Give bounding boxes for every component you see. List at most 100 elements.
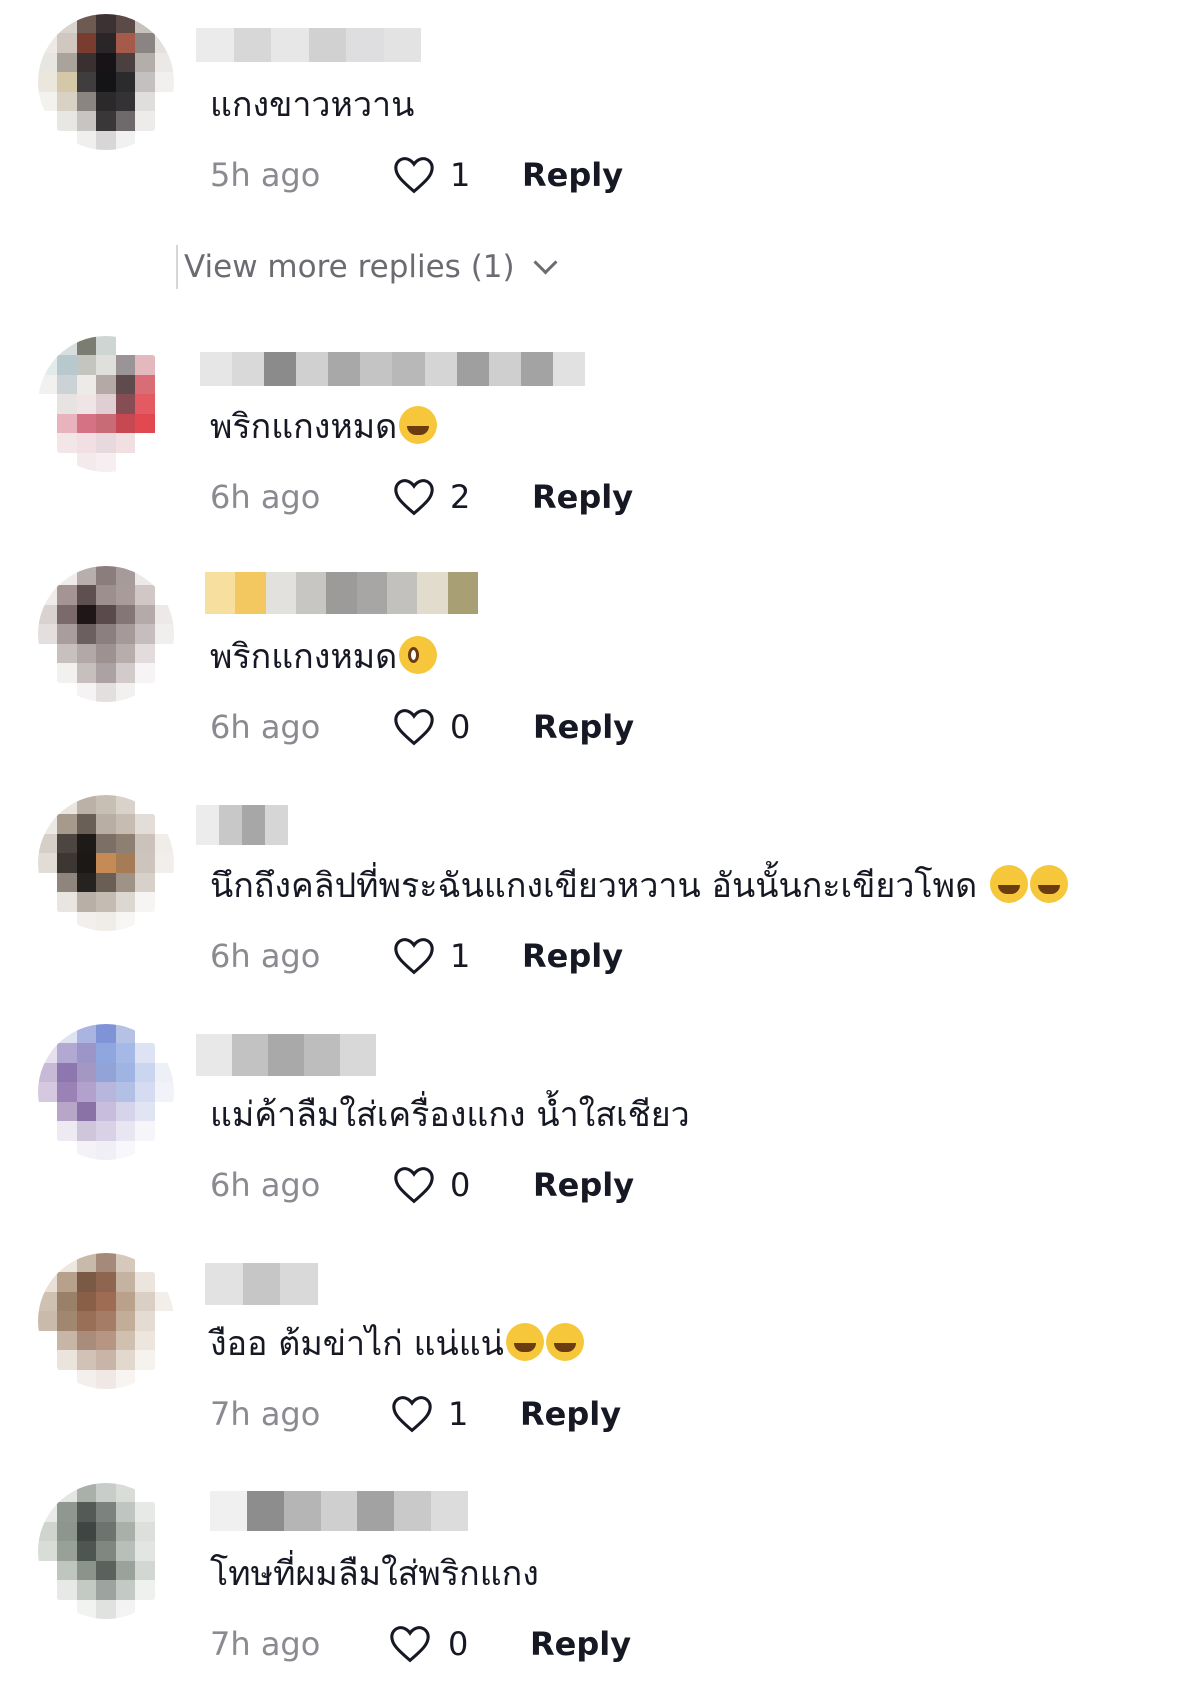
avatar-pixel — [96, 566, 116, 586]
heart-icon[interactable] — [392, 707, 436, 747]
heart-icon[interactable] — [390, 1394, 434, 1434]
avatar-pixel — [38, 336, 58, 356]
reply-button[interactable]: Reply — [520, 1392, 621, 1436]
avatar-pixel — [57, 814, 77, 834]
avatar[interactable] — [38, 1253, 174, 1389]
reply-button[interactable]: Reply — [533, 705, 634, 749]
avatar-pixel — [115, 795, 136, 815]
username-blurred[interactable] — [205, 1263, 318, 1305]
avatar-pixel — [115, 1272, 136, 1292]
comment-text: โทษที่ผมลืมใส่พริกแกง — [210, 1554, 539, 1594]
avatar-pixel — [135, 1599, 155, 1619]
avatar-pixel — [76, 911, 97, 931]
avatar[interactable] — [38, 566, 174, 702]
avatar-pixel — [154, 52, 174, 73]
avatar-pixel — [38, 1140, 58, 1160]
avatar[interactable] — [38, 1024, 174, 1160]
avatar-pixel — [38, 1541, 58, 1561]
avatar-pixel — [57, 1502, 77, 1522]
heart-icon[interactable] — [388, 1624, 432, 1664]
avatar-pixel — [115, 1062, 136, 1083]
avatar-pixel — [154, 1101, 174, 1122]
avatar-pixel — [76, 1121, 97, 1141]
avatar-pixel — [154, 1560, 174, 1581]
username-blurred[interactable] — [200, 352, 585, 386]
avatar-pixel — [38, 91, 58, 112]
comment-time: 7h ago — [210, 1625, 321, 1663]
avatar-pixel — [135, 374, 155, 395]
avatar-pixel — [135, 14, 155, 34]
avatar-pixel — [76, 452, 97, 472]
laughing-emoji — [505, 1323, 544, 1361]
avatar-pixel — [38, 585, 58, 605]
avatar[interactable] — [38, 336, 174, 472]
avatar-pixel — [154, 72, 174, 92]
view-more-replies[interactable]: View more replies (1) — [176, 245, 558, 289]
comment-text: แกงขาวหวาน — [210, 85, 415, 125]
avatar-pixel — [96, 413, 116, 434]
avatar-pixel — [38, 566, 58, 586]
avatar-pixel — [154, 1369, 174, 1389]
laughing-emoji — [989, 865, 1028, 903]
avatar-pixel — [38, 111, 58, 131]
avatar-pixel — [135, 91, 155, 112]
heart-icon[interactable] — [392, 155, 436, 195]
username-blurred[interactable] — [205, 572, 478, 614]
avatar-pixel — [96, 604, 116, 625]
avatar-pixel — [76, 1350, 97, 1370]
reply-button[interactable]: Reply — [530, 1622, 631, 1666]
avatar-pixel — [57, 1521, 77, 1542]
avatar-pixel — [57, 1560, 77, 1581]
username-blurred[interactable] — [196, 28, 421, 62]
avatar-pixel — [76, 72, 97, 92]
like-count: 0 — [450, 1166, 471, 1204]
avatar-pixel — [96, 911, 116, 931]
reply-button[interactable]: Reply — [522, 934, 623, 978]
avatar-pixel — [135, 130, 155, 150]
avatar-pixel — [76, 1291, 97, 1312]
avatar-pixel — [57, 1369, 77, 1389]
avatar-pixel — [115, 682, 136, 702]
avatar-pixel — [57, 1253, 77, 1273]
avatar-pixel — [135, 1330, 155, 1351]
avatar[interactable] — [38, 1483, 174, 1619]
avatar-pixel — [38, 604, 58, 625]
avatar-pixel — [38, 1121, 58, 1141]
avatar-pixel — [135, 1291, 155, 1312]
avatar-pixel — [38, 1599, 58, 1619]
avatar-pixel — [57, 1272, 77, 1292]
username-blurred[interactable] — [196, 805, 288, 845]
heart-icon[interactable] — [392, 477, 436, 517]
username-blurred[interactable] — [210, 1491, 468, 1531]
avatar-pixel — [96, 1541, 116, 1561]
avatar-pixel — [154, 336, 174, 356]
avatar[interactable] — [38, 795, 174, 931]
reply-button[interactable]: Reply — [532, 475, 633, 519]
avatar-pixel — [115, 663, 136, 683]
avatar-pixel — [76, 130, 97, 150]
avatar-pixel — [135, 1082, 155, 1102]
avatar-pixel — [115, 585, 136, 605]
reply-button[interactable]: Reply — [522, 153, 623, 197]
avatar-pixel — [96, 814, 116, 834]
avatar-pixel — [38, 1253, 58, 1273]
avatar-pixel — [96, 14, 116, 34]
avatar-pixel — [38, 413, 58, 434]
avatar-pixel — [57, 1043, 77, 1063]
avatar-pixel — [57, 33, 77, 53]
avatar-pixel — [135, 872, 155, 893]
username-blurred[interactable] — [196, 1034, 376, 1076]
comment-time: 5h ago — [210, 156, 321, 194]
avatar-pixel — [38, 1101, 58, 1122]
reply-button[interactable]: Reply — [533, 1163, 634, 1207]
avatar-pixel — [96, 1140, 116, 1160]
avatar[interactable] — [38, 14, 174, 150]
like-count: 1 — [448, 1395, 469, 1433]
avatar-pixel — [96, 1024, 116, 1044]
heart-icon[interactable] — [392, 1165, 436, 1205]
avatar-pixel — [57, 795, 77, 815]
comment-meta: 6h ago 1 Reply — [210, 934, 910, 978]
heart-icon[interactable] — [392, 936, 436, 976]
avatar-pixel — [135, 566, 155, 586]
avatar-pixel — [115, 1599, 136, 1619]
